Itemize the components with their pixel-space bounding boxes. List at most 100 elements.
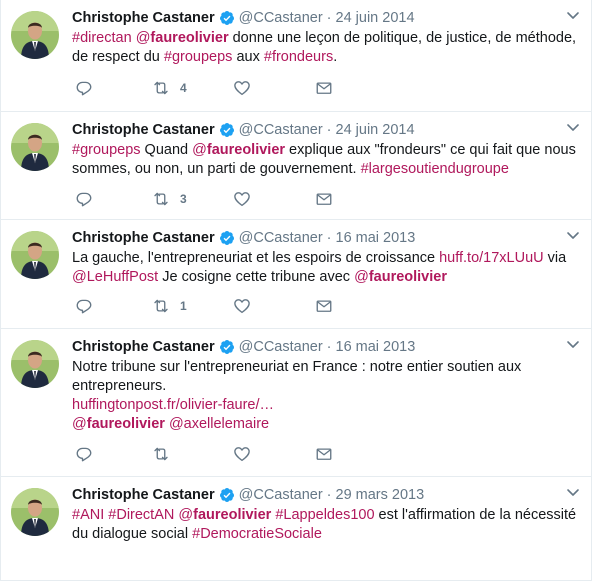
avatar[interactable] <box>11 123 59 171</box>
tweet-text: Notre tribune sur l'entrepreneuriat en F… <box>72 358 579 434</box>
hashtag-link[interactable]: #largesoutiendugroupe <box>361 161 509 177</box>
hashtag-link[interactable]: #directan <box>72 30 132 46</box>
reply-button[interactable] <box>75 296 93 316</box>
tweet-timeline: Christophe Castaner @CCastaner · 24 juin 2… <box>0 0 592 581</box>
tweet-date[interactable]: 29 mars 2013 <box>336 486 425 504</box>
tweet-content: Christophe Castaner @CCastaner · 16 mai 20… <box>72 338 579 434</box>
envelope-button[interactable] <box>315 78 333 98</box>
tweet-content: Christophe Castaner @CCastaner · 16 mai 20… <box>72 229 579 287</box>
reply-button[interactable] <box>75 78 93 98</box>
avatar[interactable] <box>11 488 59 536</box>
heart-icon <box>233 445 251 463</box>
reply-button[interactable] <box>75 444 93 464</box>
author-name[interactable]: Christophe Castaner <box>72 486 215 504</box>
url-link[interactable]: @LeHuffPost <box>72 269 158 285</box>
retweet-count: 4 <box>180 81 187 95</box>
avatar[interactable] <box>11 340 59 388</box>
envelope-button[interactable] <box>315 189 333 209</box>
url-link[interactable]: huff.to/17xLUuU <box>439 250 544 266</box>
mention-link[interactable]: @faureolivier <box>136 30 229 46</box>
hashtag-link[interactable]: #DemocratieSociale <box>192 526 322 542</box>
reply-icon <box>75 79 93 97</box>
mention-at: @ <box>192 142 207 158</box>
text-segment: Quand <box>140 142 193 158</box>
heart-button[interactable] <box>233 444 251 464</box>
author-handle[interactable]: @CCastaner <box>239 229 323 247</box>
author-handle[interactable]: @CCastaner <box>239 486 323 504</box>
mention-at: @ <box>178 507 194 523</box>
envelope-icon <box>315 445 333 463</box>
tweet-date[interactable]: 16 mai 2013 <box>336 338 416 356</box>
envelope-icon <box>315 190 333 208</box>
mention-username: faureolivier <box>368 269 447 285</box>
hashtag-link[interactable]: #groupeps <box>164 49 233 65</box>
retweet-button[interactable]: 1 <box>151 296 187 316</box>
hashtag-link[interactable]: #DirectAN <box>108 507 174 523</box>
retweet-button[interactable]: 4 <box>151 78 187 98</box>
tweet-text: La gauche, l'entrepreneuriat et les espo… <box>72 249 579 287</box>
mention-link[interactable]: @faureolivier <box>192 142 285 158</box>
separator: · <box>326 487 332 503</box>
tweet-item[interactable]: Christophe Castaner @CCastaner · 16 mai 20… <box>1 329 591 477</box>
retweet-button[interactable] <box>151 444 180 464</box>
text-segment: . <box>333 49 338 65</box>
avatar[interactable] <box>11 11 59 59</box>
author-name[interactable]: Christophe Castaner <box>72 338 215 356</box>
verified-badge-icon <box>219 487 235 503</box>
hashtag-link[interactable]: #Lappeldes100 <box>275 507 374 523</box>
tweet-item[interactable]: Christophe Castaner @CCastaner · 24 juin 2… <box>1 112 591 220</box>
author-handle[interactable]: @CCastaner <box>239 338 323 356</box>
retweet-count: 3 <box>180 192 187 206</box>
retweet-icon <box>151 445 171 463</box>
tweet-header: Christophe Castaner @CCastaner · 24 juin 2… <box>72 9 579 27</box>
verified-badge-icon <box>219 10 235 26</box>
tweet-date[interactable]: 16 mai 2013 <box>336 229 416 247</box>
envelope-button[interactable] <box>315 444 333 464</box>
mention-username: faureolivier <box>193 507 272 523</box>
mention-at: @ <box>72 416 87 432</box>
verified-badge-icon <box>219 339 235 355</box>
author-name[interactable]: Christophe Castaner <box>72 229 215 247</box>
retweet-count: 1 <box>180 299 187 313</box>
mention-link[interactable]: @faureolivier <box>72 416 165 432</box>
tweet-actions: 1 <box>72 296 342 316</box>
mention-link[interactable]: @faureolivier <box>354 269 447 285</box>
heart-button[interactable] <box>233 189 251 209</box>
author-handle[interactable]: @CCastaner <box>239 9 323 27</box>
retweet-icon <box>151 79 171 97</box>
heart-button[interactable] <box>233 296 251 316</box>
mention-username: faureolivier <box>86 416 165 432</box>
reply-icon <box>75 297 93 315</box>
hashtag-link[interactable]: #groupeps <box>72 142 141 158</box>
tweet-header: Christophe Castaner @CCastaner · 16 mai 20… <box>72 229 579 247</box>
reply-icon <box>75 190 93 208</box>
mention-username: faureolivier <box>150 30 229 46</box>
author-handle[interactable]: @CCastaner <box>239 121 323 139</box>
mention-link[interactable]: @faureolivier <box>178 507 271 523</box>
heart-icon <box>233 190 251 208</box>
text-segment: Je cosigne cette tribune avec <box>158 269 355 285</box>
retweet-button[interactable]: 3 <box>151 189 187 209</box>
tweet-actions: 4 <box>72 78 342 98</box>
envelope-button[interactable] <box>315 296 333 316</box>
tweet-item[interactable]: Christophe Castaner @CCastaner · 16 mai 20… <box>1 220 591 329</box>
author-name[interactable]: Christophe Castaner <box>72 9 215 27</box>
tweet-text: #ANI #DirectAN @faureolivier #Lappeldes1… <box>72 506 579 544</box>
hashtag-link[interactable]: #ANI <box>72 507 104 523</box>
tweet-date[interactable]: 24 juin 2014 <box>336 9 415 27</box>
avatar[interactable] <box>11 231 59 279</box>
envelope-icon <box>315 79 333 97</box>
url-link[interactable]: huffingtonpost.fr/olivier-faure/… <box>72 397 274 413</box>
author-name[interactable]: Christophe Castaner <box>72 121 215 139</box>
hashtag-link[interactable]: #frondeurs <box>264 49 333 65</box>
separator: · <box>326 122 332 138</box>
tweet-item[interactable]: Christophe Castaner @CCastaner · 29 mars 2… <box>1 477 591 581</box>
heart-button[interactable] <box>233 78 251 98</box>
tweet-item[interactable]: Christophe Castaner @CCastaner · 24 juin 2… <box>1 0 591 112</box>
url-link[interactable]: @axellelemaire <box>169 416 269 432</box>
tweet-date[interactable]: 24 juin 2014 <box>336 121 415 139</box>
tweet-header: Christophe Castaner @CCastaner · 29 mars 2… <box>72 486 579 504</box>
text-segment: aux <box>232 49 264 65</box>
mention-username: faureolivier <box>206 142 286 158</box>
reply-button[interactable] <box>75 189 93 209</box>
